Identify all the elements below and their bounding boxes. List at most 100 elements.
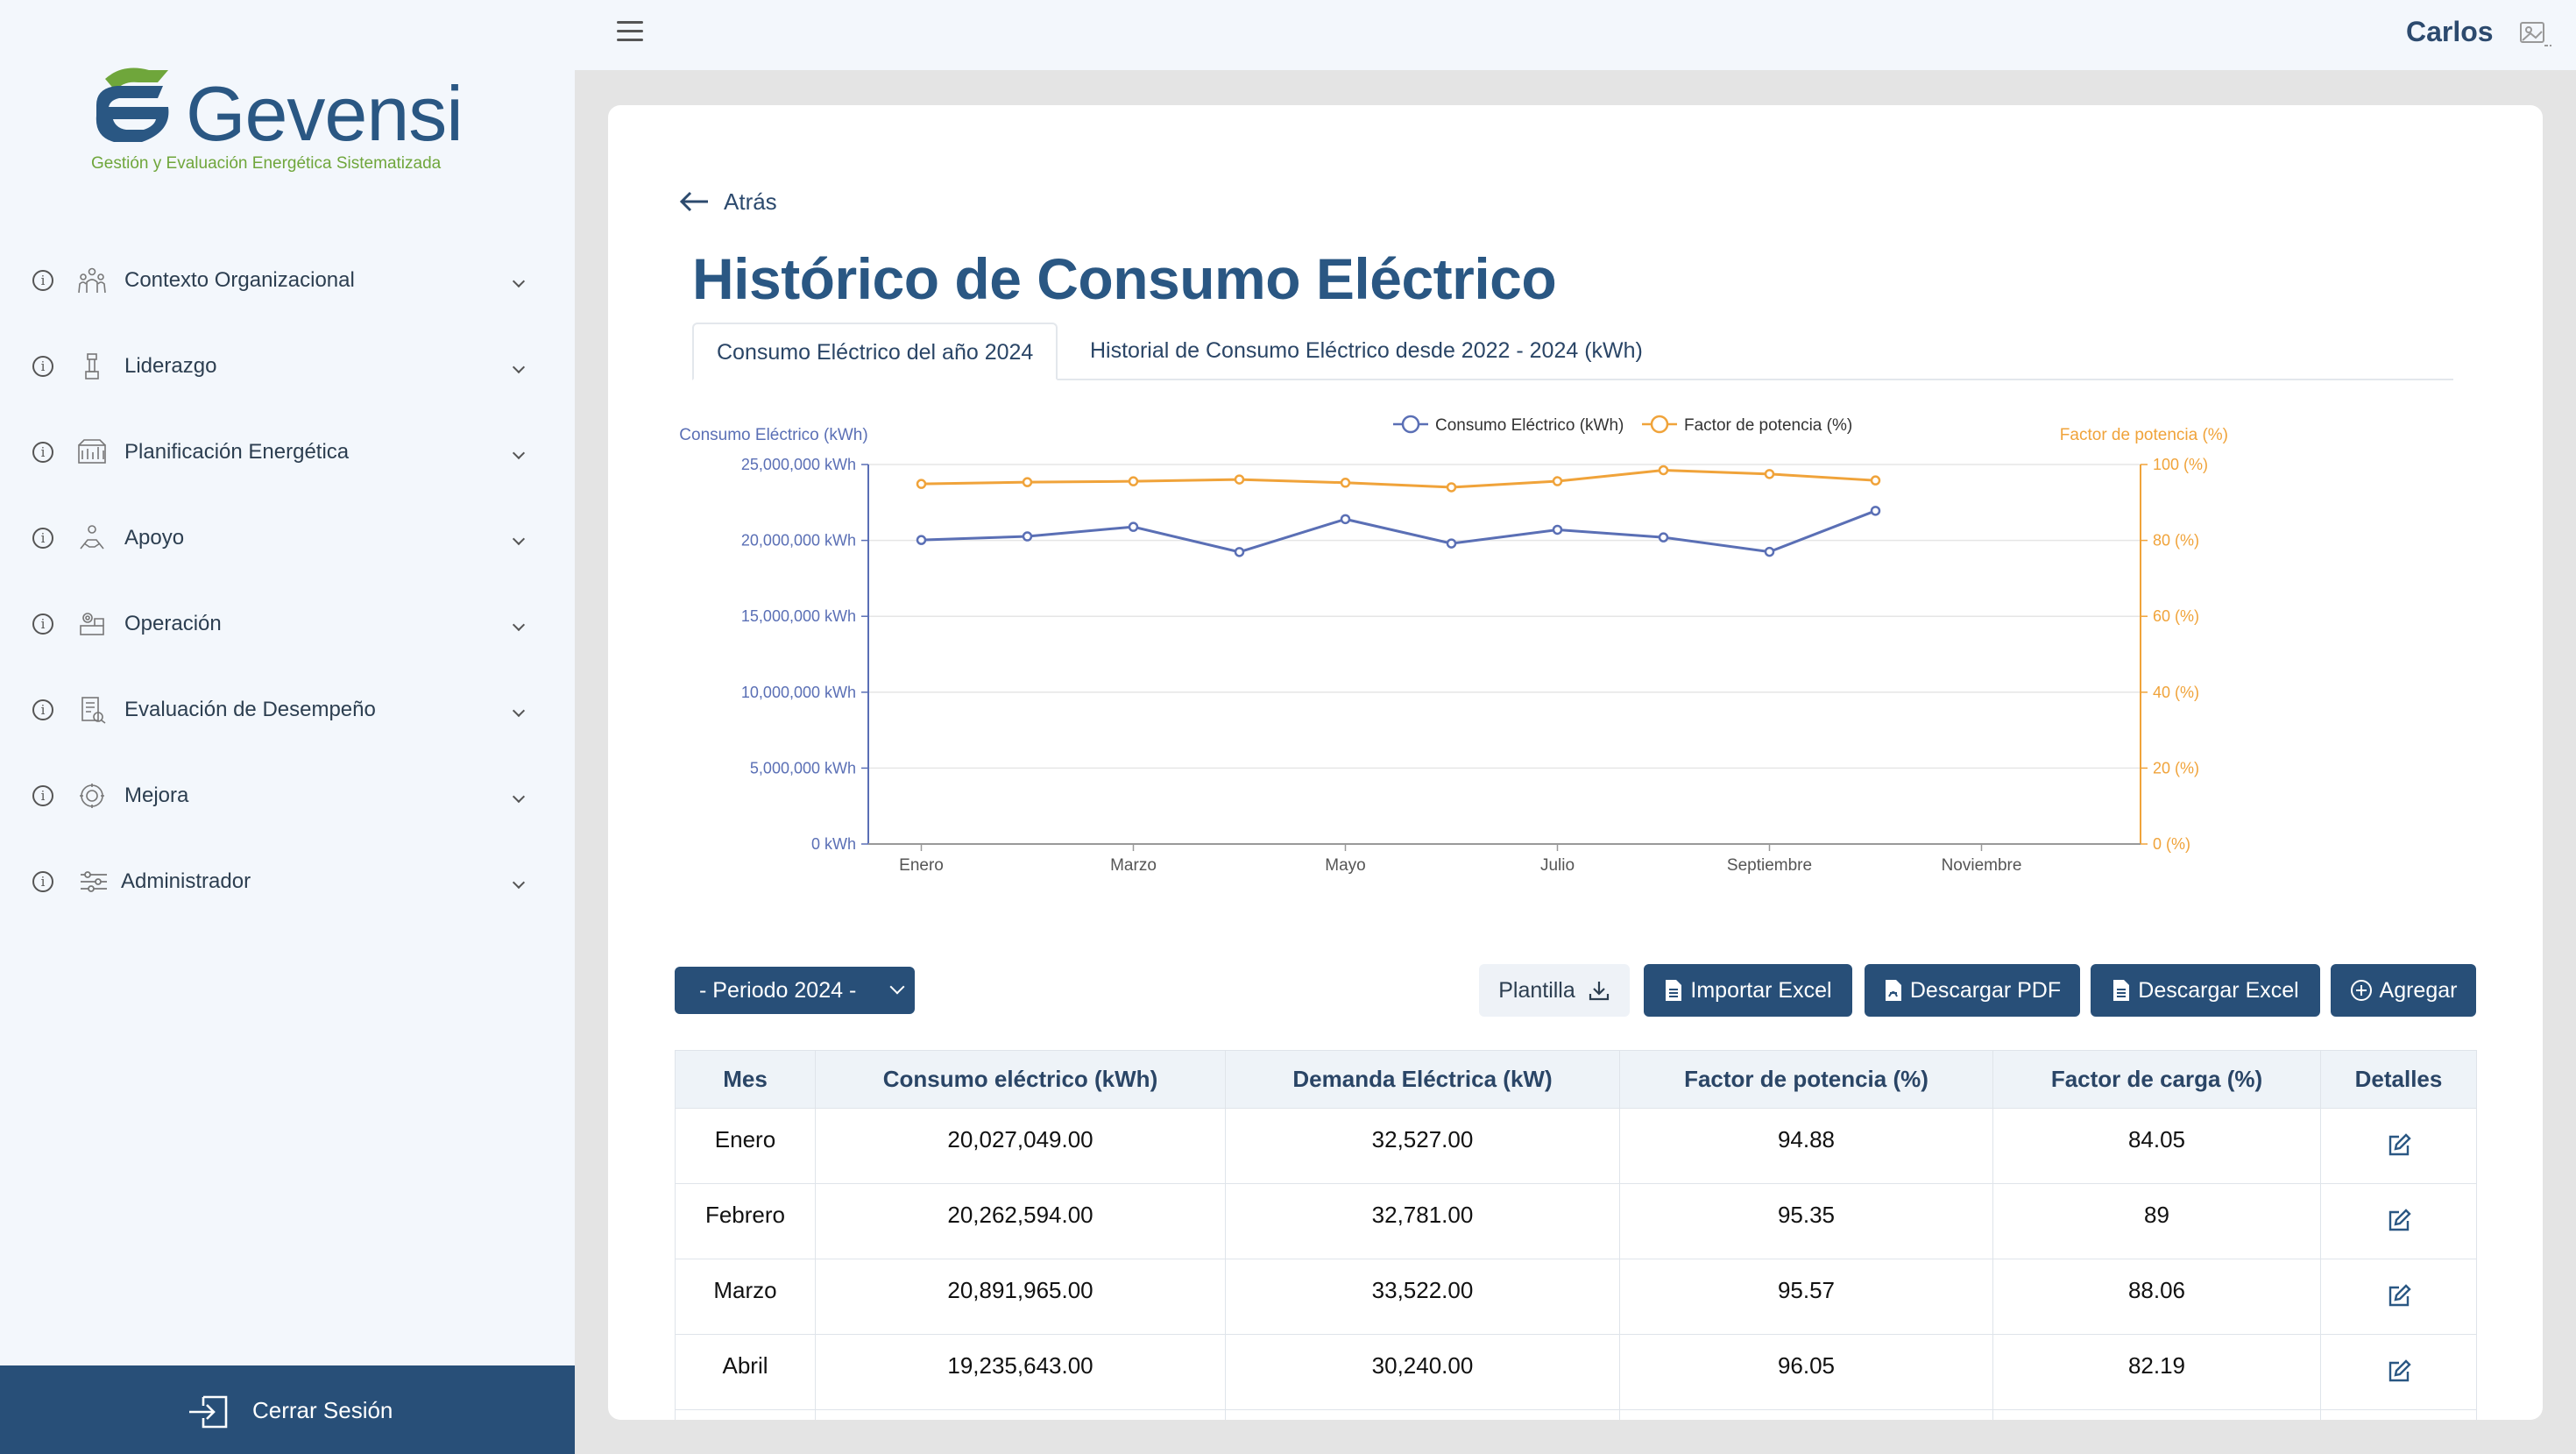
edit-icon[interactable] bbox=[2387, 1209, 2411, 1233]
right-axis-tick-label: 40 (%) bbox=[2153, 684, 2199, 701]
consumo-point bbox=[1552, 524, 1563, 535]
sidebar-item-liderazgo[interactable]: i Liderazgo bbox=[0, 326, 575, 412]
left-axis-tick-label: 15,000,000 kWh bbox=[741, 607, 856, 625]
info-icon[interactable]: i bbox=[32, 614, 53, 635]
back-button[interactable]: Atrás bbox=[678, 182, 777, 221]
sidebar-item-label: Administrador bbox=[121, 869, 251, 893]
right-axis-tick-label: 0 (%) bbox=[2153, 835, 2190, 853]
cell-consumo: 20,027,049.00 bbox=[815, 1108, 1226, 1184]
file-pdf-icon bbox=[1885, 980, 1901, 1001]
consumo-point bbox=[916, 535, 927, 545]
legend-marker-factor-dot bbox=[1650, 415, 1669, 434]
tab-consumo-2024[interactable]: Consumo Eléctrico del año 2024 bbox=[692, 323, 1058, 380]
factor-point bbox=[1870, 475, 1881, 486]
chevron-down-icon bbox=[512, 360, 526, 374]
col-header-mes[interactable]: Mes bbox=[675, 1050, 816, 1109]
leader-icon bbox=[85, 353, 99, 379]
sidebar-item-label: Evaluación de Desempeño bbox=[124, 698, 376, 721]
sidebar-item-label: Operación bbox=[124, 612, 222, 635]
cell-consumo: 20,891,965.00 bbox=[815, 1259, 1226, 1335]
cell-demanda bbox=[1225, 1409, 1620, 1420]
cell-factor-carga: 89 bbox=[1992, 1183, 2321, 1259]
improvement-icon bbox=[80, 784, 104, 808]
file-excel-icon bbox=[1666, 980, 1682, 1001]
x-axis-tick-label: Mayo bbox=[1325, 856, 1365, 875]
col-header-factor-potencia[interactable]: Factor de potencia (%) bbox=[1619, 1050, 1993, 1109]
info-icon[interactable]: i bbox=[32, 270, 53, 291]
cell-consumo: 19,235,643.00 bbox=[815, 1334, 1226, 1410]
left-axis-title: Consumo Eléctrico (kWh) bbox=[679, 426, 867, 444]
col-header-consumo[interactable]: Consumo eléctrico (kWh) bbox=[815, 1050, 1226, 1109]
performance-icon bbox=[81, 697, 106, 724]
sidebar-item-label: Liderazgo bbox=[124, 354, 217, 378]
legend-marker-consumo-dot bbox=[1401, 415, 1420, 434]
import-excel-button[interactable]: Importar Excel bbox=[1644, 964, 1852, 1017]
table-row bbox=[675, 1409, 2477, 1420]
x-axis-tick-label: Noviembre bbox=[1942, 856, 2022, 875]
consumo-point bbox=[1234, 547, 1245, 557]
sidebar-item-administrador[interactable]: i Administrador bbox=[0, 841, 575, 927]
cell-detalles bbox=[2320, 1183, 2477, 1259]
info-icon[interactable]: i bbox=[32, 356, 53, 377]
tab-historial-2022-2024[interactable]: Historial de Consumo Eléctrico desde 202… bbox=[1067, 323, 1666, 380]
logout-icon bbox=[189, 1395, 228, 1429]
download-pdf-button[interactable]: Descargar PDF bbox=[1865, 964, 2080, 1017]
gevensi-logo[interactable]: Gevensi Gestión y Evaluación Energética … bbox=[88, 63, 491, 186]
consumo-point bbox=[1022, 531, 1033, 542]
download-icon bbox=[1589, 982, 1609, 1001]
factor-point bbox=[1552, 476, 1563, 486]
col-header-demanda[interactable]: Demanda Eléctrica (kW) bbox=[1225, 1050, 1620, 1109]
logout-button[interactable]: Cerrar Sesión bbox=[0, 1365, 575, 1454]
download-excel-button[interactable]: Descargar Excel bbox=[2091, 964, 2320, 1017]
edit-icon[interactable] bbox=[2387, 1133, 2411, 1158]
chevron-down-icon bbox=[512, 790, 526, 804]
cell-factor-carga: 82.19 bbox=[1992, 1334, 2321, 1410]
sidebar-item-apoyo[interactable]: i Apoyo bbox=[0, 498, 575, 584]
info-icon[interactable]: i bbox=[32, 871, 53, 892]
edit-icon[interactable] bbox=[2387, 1359, 2411, 1384]
factor-point bbox=[1764, 469, 1775, 479]
cell-factor-carga: 84.05 bbox=[1992, 1108, 2321, 1184]
legend-label-factor: Factor de potencia (%) bbox=[1684, 416, 1852, 435]
cell-factor-potencia: 95.35 bbox=[1619, 1183, 1993, 1259]
sidebar-item-label: Mejora bbox=[124, 784, 189, 807]
sidebar-item-contexto-organizacional[interactable]: i Contexto Organizacional bbox=[0, 240, 575, 326]
cell-detalles bbox=[2320, 1259, 2477, 1335]
factor-point bbox=[1234, 474, 1245, 485]
period-select[interactable]: - Periodo 2024 - bbox=[675, 967, 915, 1014]
username[interactable]: Carlos bbox=[2406, 16, 2494, 48]
factor-point bbox=[1340, 478, 1351, 488]
info-icon[interactable]: i bbox=[32, 699, 53, 720]
consumo-line bbox=[921, 509, 1877, 554]
legend-label-consumo: Consumo Eléctrico (kWh) bbox=[1435, 416, 1624, 435]
menu-toggle-icon[interactable] bbox=[617, 19, 645, 44]
consumo-point bbox=[1128, 521, 1139, 532]
cell-demanda: 32,781.00 bbox=[1225, 1183, 1620, 1259]
sidebar-item-mejora[interactable]: i Mejora bbox=[0, 755, 575, 841]
avatar[interactable] bbox=[2518, 16, 2553, 49]
sidebar-item-operacion[interactable]: i Operación bbox=[0, 584, 575, 670]
add-button[interactable]: Agregar bbox=[2331, 964, 2476, 1017]
edit-icon[interactable] bbox=[2387, 1284, 2411, 1309]
template-button[interactable]: Plantilla bbox=[1479, 964, 1630, 1017]
table-row: Abril 19,235,643.00 30,240.00 96.05 82.1… bbox=[675, 1334, 2477, 1410]
sidebar-item-planificacion-energetica[interactable]: i Planificación Energética bbox=[0, 412, 575, 498]
consumo-point bbox=[1658, 532, 1669, 543]
info-icon[interactable]: i bbox=[32, 528, 53, 549]
sidebar-item-evaluacion-desempeno[interactable]: i Evaluación de Desempeño bbox=[0, 670, 575, 755]
left-axis-tick-label: 10,000,000 kWh bbox=[741, 684, 856, 701]
right-axis-tick-label: 60 (%) bbox=[2153, 607, 2199, 625]
cell-mes: Abril bbox=[675, 1334, 816, 1410]
sidebar-item-label: Planificación Energética bbox=[124, 440, 350, 464]
download-pdf-label: Descargar PDF bbox=[1909, 977, 2062, 1003]
cell-consumo bbox=[815, 1409, 1226, 1420]
info-icon[interactable]: i bbox=[32, 442, 53, 463]
info-icon[interactable]: i bbox=[32, 785, 53, 806]
main-card: Atrás Histórico de Consumo Eléctrico Con… bbox=[608, 105, 2543, 1420]
consumo-point bbox=[1764, 546, 1775, 557]
chevron-down-icon bbox=[512, 532, 526, 546]
consumption-chart: 0 kWh 0 (%) 5,000,000 kWh 20 (%) 10,000,000 … bbox=[679, 415, 2228, 875]
col-header-factor-carga[interactable]: Factor de carga (%) bbox=[1992, 1050, 2321, 1109]
plus-circle-icon bbox=[2350, 980, 2372, 1001]
cell-demanda: 33,522.00 bbox=[1225, 1259, 1620, 1335]
